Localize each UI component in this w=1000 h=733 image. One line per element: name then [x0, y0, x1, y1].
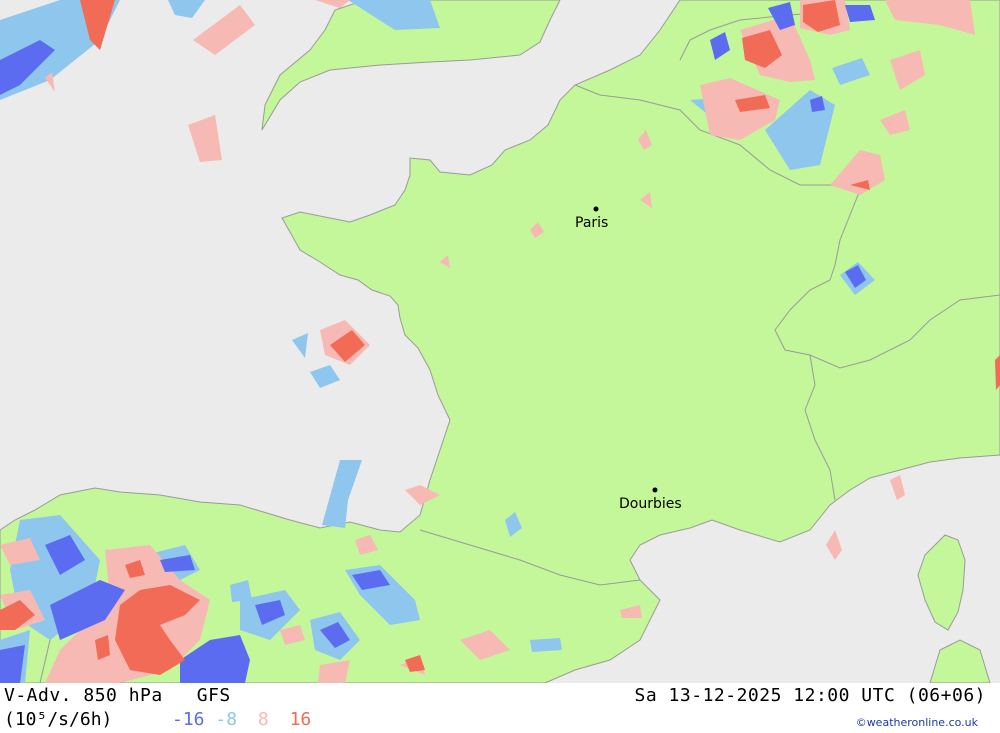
map-title: V-Adv. 850 hPa GFS: [4, 685, 231, 706]
units-label: (10⁵/s/6h): [4, 709, 113, 730]
map-footer: V-Adv. 850 hPa GFS (10⁵/s/6h) -16 -8 8 1…: [0, 683, 1000, 733]
valid-datetime: Sa 13-12-2025 12:00 UTC (06+06): [634, 685, 986, 706]
city-dourbies-label: Dourbies: [619, 496, 682, 512]
legend-item-strong-positive: 16: [289, 709, 312, 730]
city-dourbies-marker: [652, 487, 658, 493]
city-paris-label: Paris: [575, 215, 608, 231]
legend-item-strong-negative: -16: [172, 709, 205, 730]
legend-item-weak-positive: 8: [257, 709, 269, 730]
model-name: GFS: [196, 685, 231, 706]
product-title: V-Adv. 850 hPa: [4, 685, 163, 706]
legend-item-weak-negative: -8: [215, 709, 238, 730]
legend: -16 -8 8 16: [172, 709, 321, 730]
credit-link[interactable]: ©weatheronline.co.uk: [856, 716, 978, 729]
map-canvas: Paris Dourbies: [0, 0, 1000, 683]
city-paris-marker: [593, 206, 599, 212]
